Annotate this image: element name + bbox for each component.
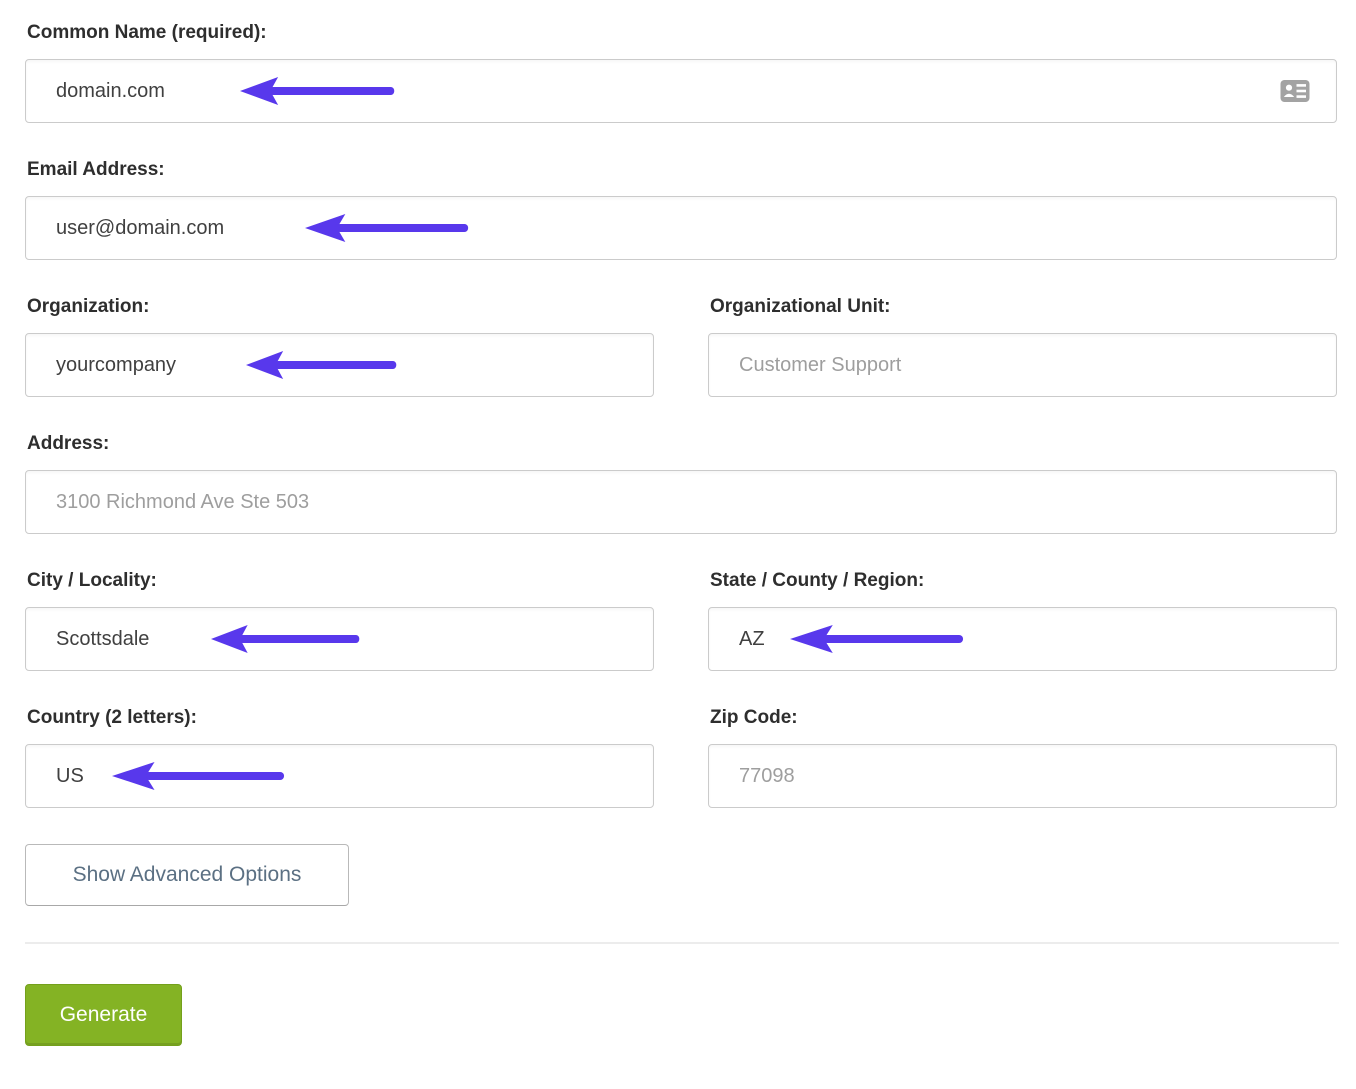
address-field: Address: <box>25 433 1337 534</box>
country-input-wrap <box>25 744 654 808</box>
city-label: City / Locality: <box>27 570 654 592</box>
country-label: Country (2 letters): <box>27 707 654 729</box>
address-label: Address: <box>27 433 1337 455</box>
org-unit-label: Organizational Unit: <box>710 296 1337 318</box>
country-zip-row: Country (2 letters): Zip Code: <box>25 707 1337 808</box>
zip-label: Zip Code: <box>710 707 1337 729</box>
org-unit-input[interactable] <box>708 333 1337 397</box>
country-input[interactable] <box>25 744 654 808</box>
organization-field: Organization: <box>25 296 654 397</box>
section-divider <box>25 942 1339 944</box>
zip-field: Zip Code: <box>708 707 1337 808</box>
city-input-wrap <box>25 607 654 671</box>
common-name-label: Common Name (required): <box>27 22 1337 44</box>
org-unit-input-wrap <box>708 333 1337 397</box>
organization-label: Organization: <box>27 296 654 318</box>
city-field: City / Locality: <box>25 570 654 671</box>
generate-button[interactable]: Generate <box>25 984 182 1046</box>
email-field: Email Address: <box>25 159 1337 260</box>
org-unit-field: Organizational Unit: <box>708 296 1337 397</box>
organization-row: Organization: Organizational Unit: <box>25 296 1337 397</box>
organization-input[interactable] <box>25 333 654 397</box>
state-field: State / County / Region: <box>708 570 1337 671</box>
email-input-wrap <box>25 196 1337 260</box>
organization-input-wrap <box>25 333 654 397</box>
city-state-row: City / Locality: State / County / Region… <box>25 570 1337 671</box>
common-name-input-wrap <box>25 59 1337 123</box>
zip-input-wrap <box>708 744 1337 808</box>
show-advanced-options-button[interactable]: Show Advanced Options <box>25 844 349 906</box>
zip-input[interactable] <box>708 744 1337 808</box>
email-input[interactable] <box>25 196 1337 260</box>
city-input[interactable] <box>25 607 654 671</box>
state-label: State / County / Region: <box>710 570 1337 592</box>
address-input[interactable] <box>25 470 1337 534</box>
email-label: Email Address: <box>27 159 1337 181</box>
csr-generation-form: Common Name (required): Email Address: <box>0 0 1356 1089</box>
state-input[interactable] <box>708 607 1337 671</box>
common-name-input[interactable] <box>25 59 1337 123</box>
address-input-wrap <box>25 470 1337 534</box>
contact-card-icon[interactable] <box>1280 80 1310 103</box>
common-name-field: Common Name (required): <box>25 22 1337 123</box>
state-input-wrap <box>708 607 1337 671</box>
country-field: Country (2 letters): <box>25 707 654 808</box>
